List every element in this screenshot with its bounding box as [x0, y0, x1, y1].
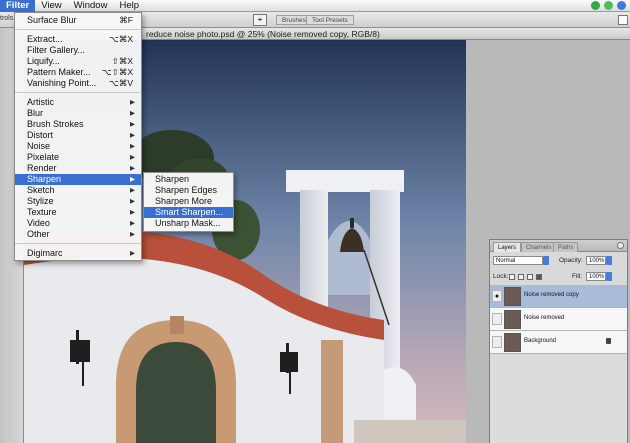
lock-icon: [606, 338, 611, 344]
layer-name: Noise removed: [524, 315, 565, 321]
layer-row-noise-removed[interactable]: Noise removed: [490, 308, 627, 331]
fill-label: Fill:: [572, 273, 583, 280]
submenu-arrow-icon: ▶: [130, 154, 135, 161]
menu-item-filter-gallery[interactable]: Filter Gallery...: [15, 45, 141, 56]
menu-help[interactable]: Help: [113, 0, 145, 12]
menu-item-extract[interactable]: Extract... ⌥⌘X: [15, 34, 141, 45]
menu-item-brush-strokes[interactable]: Brush Strokes ▶: [15, 119, 141, 130]
submenu-arrow-icon: ▶: [130, 209, 135, 216]
visibility-toggle-icon[interactable]: [492, 313, 502, 325]
workspace-tab-tool-presets[interactable]: Tool Presets: [306, 15, 354, 25]
lock-transparency-icon[interactable]: [509, 274, 515, 280]
opacity-input[interactable]: 100%: [586, 256, 606, 265]
menu-item-pattern-maker[interactable]: Pattern Maker... ⌥⇧⌘X: [15, 67, 141, 78]
submenu-arrow-icon: ▶: [130, 220, 135, 227]
submenu-arrow-icon: ▶: [130, 132, 135, 139]
menu-item-pixelate[interactable]: Pixelate ▶: [15, 152, 141, 163]
menu-separator: [15, 29, 141, 30]
layer-thumbnail: [504, 333, 521, 352]
layers-empty-area: [490, 355, 627, 443]
submenu-arrow-icon: ▶: [130, 176, 135, 183]
submenu-arrow-icon: ▶: [130, 165, 135, 172]
fill-input[interactable]: 100%: [586, 272, 606, 281]
submenu-arrow-icon: ▶: [130, 110, 135, 117]
menu-filter[interactable]: Filter: [0, 0, 36, 12]
submenu-arrow-icon: ▶: [130, 99, 135, 106]
menu-separator: [15, 243, 141, 244]
panel-menu-icon[interactable]: [617, 242, 624, 249]
submenu-item-unsharp-mask[interactable]: Unsharp Mask...: [144, 218, 233, 229]
filter-menu: Surface Blur ⌘F Extract... ⌥⌘X Filter Gall…: [14, 12, 142, 261]
layer-name: Background: [524, 338, 557, 344]
layer-name: Noise removed copy: [524, 292, 579, 298]
options-label: trols: [0, 15, 14, 22]
document-title: reduce noise photo.psd @ 25% (Noise remo…: [146, 29, 380, 39]
menu-bar: Filter View Window Help: [0, 0, 630, 12]
tab-paths[interactable]: Paths: [553, 242, 579, 252]
menu-item-stylize[interactable]: Stylize ▶: [15, 196, 141, 207]
menu-item-sketch[interactable]: Sketch ▶: [15, 185, 141, 196]
layer-row-noise-removed-copy[interactable]: ● Noise removed copy: [490, 285, 627, 308]
spotlight-icon[interactable]: [617, 1, 626, 10]
layer-thumbnail: [504, 310, 521, 329]
menu-item-digimarc[interactable]: Digimarc ▶: [15, 248, 141, 259]
submenu-item-sharpen-more[interactable]: Sharpen More: [144, 196, 233, 207]
menu-item-distort[interactable]: Distort ▶: [15, 130, 141, 141]
sharpen-submenu: Sharpen Sharpen Edges Sharpen More Smart…: [143, 172, 234, 232]
submenu-item-sharpen[interactable]: Sharpen: [144, 174, 233, 185]
submenu-item-sharpen-edges[interactable]: Sharpen Edges: [144, 185, 233, 196]
status-icon-green[interactable]: [591, 1, 600, 10]
menu-item-last-filter[interactable]: Surface Blur ⌘F: [15, 15, 141, 26]
submenu-arrow-icon: ▶: [130, 231, 135, 238]
menu-window[interactable]: Window: [68, 0, 114, 12]
tool-preset-icon[interactable]: ⌖: [253, 14, 267, 26]
submenu-arrow-icon: ▶: [130, 143, 135, 150]
layer-thumbnail: [504, 287, 521, 306]
layers-panel: Layers Channels Paths Normal Opacity: 10…: [489, 239, 628, 443]
opacity-spinner-icon[interactable]: [606, 256, 612, 265]
visibility-toggle-icon[interactable]: [492, 336, 502, 348]
menu-item-other[interactable]: Other ▶: [15, 229, 141, 240]
lock-label: Lock:: [493, 273, 509, 280]
menu-separator: [15, 92, 141, 93]
menu-item-liquify[interactable]: Liquify... ⇧⌘X: [15, 56, 141, 67]
menu-item-vanishing-point[interactable]: Vanishing Point... ⌥⌘V: [15, 78, 141, 89]
submenu-arrow-icon: ▶: [130, 250, 135, 257]
menu-item-noise[interactable]: Noise ▶: [15, 141, 141, 152]
layer-row-background[interactable]: Background: [490, 331, 627, 354]
menu-item-texture[interactable]: Texture ▶: [15, 207, 141, 218]
submenu-item-smart-sharpen[interactable]: Smart Sharpen...: [144, 207, 233, 218]
status-icon-green-2[interactable]: [604, 1, 613, 10]
tab-channels[interactable]: Channels: [521, 242, 557, 252]
workspace-icon[interactable]: [618, 15, 628, 25]
lock-all-icon[interactable]: [536, 274, 542, 280]
menu-item-video[interactable]: Video ▶: [15, 218, 141, 229]
tab-layers[interactable]: Layers: [493, 242, 522, 252]
menu-item-artistic[interactable]: Artistic ▶: [15, 97, 141, 108]
blend-mode-select[interactable]: Normal: [493, 256, 543, 265]
menu-view[interactable]: View: [35, 0, 67, 12]
menu-item-render[interactable]: Render ▶: [15, 163, 141, 174]
opacity-label: Opacity:: [559, 257, 583, 264]
fill-spinner-icon[interactable]: [606, 272, 612, 281]
lock-pixels-icon[interactable]: [518, 274, 524, 280]
eye-icon[interactable]: ●: [492, 290, 502, 302]
lock-position-icon[interactable]: [527, 274, 533, 280]
submenu-arrow-icon: ▶: [130, 187, 135, 194]
blend-mode-spinner-icon[interactable]: [543, 256, 549, 265]
menu-item-sharpen[interactable]: Sharpen ▶: [15, 174, 141, 185]
submenu-arrow-icon: ▶: [130, 198, 135, 205]
layers-panel-tabs: Layers Channels Paths: [490, 240, 627, 252]
submenu-arrow-icon: ▶: [130, 121, 135, 128]
menu-extras: [591, 1, 626, 10]
menu-item-blur[interactable]: Blur ▶: [15, 108, 141, 119]
